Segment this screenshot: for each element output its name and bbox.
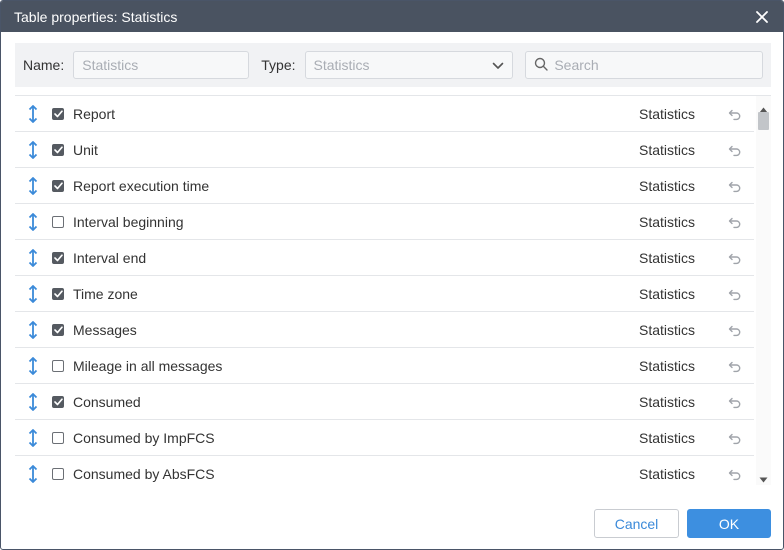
type-select-value: Statistics (313, 57, 370, 73)
row-type: Statistics (639, 105, 696, 122)
reset-icon[interactable] (728, 251, 742, 265)
reset-icon[interactable] (728, 179, 742, 193)
drag-handle-icon[interactable] (25, 248, 41, 267)
reset-icon[interactable] (728, 467, 742, 481)
reset-icon[interactable] (728, 431, 742, 445)
row-checkbox[interactable] (52, 431, 64, 444)
row-checkbox[interactable] (52, 467, 64, 480)
row-checkbox[interactable] (52, 107, 64, 120)
dialog-titlebar: Table properties: Statistics (1, 1, 783, 32)
row-type: Statistics (639, 213, 696, 230)
row-checkbox[interactable] (52, 323, 64, 336)
type-label: Type: (261, 57, 296, 73)
row-type: Statistics (639, 285, 696, 302)
row-label: Messages (73, 321, 137, 338)
drag-handle-icon[interactable] (25, 284, 41, 303)
row-label: Consumed (73, 393, 141, 410)
reset-icon[interactable] (728, 323, 742, 337)
name-field-value: Statistics (82, 57, 139, 73)
table-row[interactable]: Consumed by AbsFCS Statistics (15, 456, 754, 485)
table-row[interactable]: Report Statistics (15, 96, 754, 132)
row-type: Statistics (639, 465, 696, 482)
reset-icon[interactable] (728, 143, 742, 157)
table-row[interactable]: Interval beginning Statistics (15, 204, 754, 240)
ok-button[interactable]: OK (687, 509, 771, 538)
close-icon[interactable] (753, 8, 771, 26)
row-checkbox[interactable] (52, 143, 64, 156)
cancel-button[interactable]: Cancel (594, 509, 679, 538)
drag-handle-icon[interactable] (25, 428, 41, 447)
table-row[interactable]: Consumed Statistics (15, 384, 754, 420)
row-type: Statistics (639, 177, 696, 194)
row-type: Statistics (639, 249, 696, 266)
type-select[interactable]: Statistics (304, 51, 514, 79)
drag-handle-icon[interactable] (25, 392, 41, 411)
filter-bar: Name: Statistics Type: Statistics Search (15, 43, 771, 87)
table-properties-dialog: Table properties: Statistics Name: Stati… (0, 0, 784, 550)
row-type: Statistics (639, 357, 696, 374)
scrollbar-thumb[interactable] (758, 112, 769, 130)
drag-handle-icon[interactable] (25, 140, 41, 159)
drag-handle-icon[interactable] (25, 464, 41, 483)
table-row[interactable]: Interval end Statistics (15, 240, 754, 276)
search-icon (534, 57, 549, 74)
scroll-down-icon[interactable] (759, 470, 768, 485)
row-label: Mileage in all messages (73, 357, 223, 374)
chevron-down-icon (492, 57, 504, 73)
search-input[interactable]: Search (525, 51, 763, 79)
row-checkbox[interactable] (52, 359, 64, 372)
table-row[interactable]: Messages Statistics (15, 312, 754, 348)
row-label: Interval end (73, 249, 147, 266)
row-checkbox[interactable] (52, 395, 64, 408)
dialog-footer: Cancel OK (1, 497, 783, 549)
row-label: Interval beginning (73, 213, 184, 230)
table-row[interactable]: Consumed by ImpFCS Statistics (15, 420, 754, 456)
row-checkbox[interactable] (52, 251, 64, 264)
drag-handle-icon[interactable] (25, 176, 41, 195)
reset-icon[interactable] (728, 107, 742, 121)
row-type: Statistics (639, 393, 696, 410)
row-checkbox[interactable] (52, 215, 64, 228)
table-row[interactable]: Unit Statistics (15, 132, 754, 168)
reset-icon[interactable] (728, 395, 742, 409)
name-field[interactable]: Statistics (73, 51, 250, 79)
row-label: Consumed by AbsFCS (73, 465, 215, 482)
drag-handle-icon[interactable] (25, 320, 41, 339)
drag-handle-icon[interactable] (25, 356, 41, 375)
row-type: Statistics (639, 429, 696, 446)
row-checkbox[interactable] (52, 287, 64, 300)
table-row[interactable]: Mileage in all messages Statistics (15, 348, 754, 384)
row-checkbox[interactable] (52, 179, 64, 192)
row-label: Consumed by ImpFCS (73, 429, 215, 446)
row-label: Time zone (73, 285, 138, 302)
row-label: Report (73, 105, 116, 122)
scrollbar[interactable] (756, 96, 771, 485)
drag-handle-icon[interactable] (25, 104, 41, 123)
table-row[interactable]: Report execution time Statistics (15, 168, 754, 204)
row-label: Unit (73, 141, 98, 158)
row-type: Statistics (639, 321, 696, 338)
reset-icon[interactable] (728, 287, 742, 301)
reset-icon[interactable] (728, 215, 742, 229)
row-label: Report execution time (73, 177, 210, 194)
column-list: Report Statistics Unit Statistics Report exe… (15, 95, 771, 485)
dialog-title: Table properties: Statistics (14, 8, 178, 25)
name-label: Name: (23, 57, 65, 73)
row-type: Statistics (639, 141, 696, 158)
search-placeholder: Search (554, 57, 599, 73)
reset-icon[interactable] (728, 359, 742, 373)
table-row[interactable]: Time zone Statistics (15, 276, 754, 312)
drag-handle-icon[interactable] (25, 212, 41, 231)
column-rows: Report Statistics Unit Statistics Report exe… (15, 96, 754, 485)
